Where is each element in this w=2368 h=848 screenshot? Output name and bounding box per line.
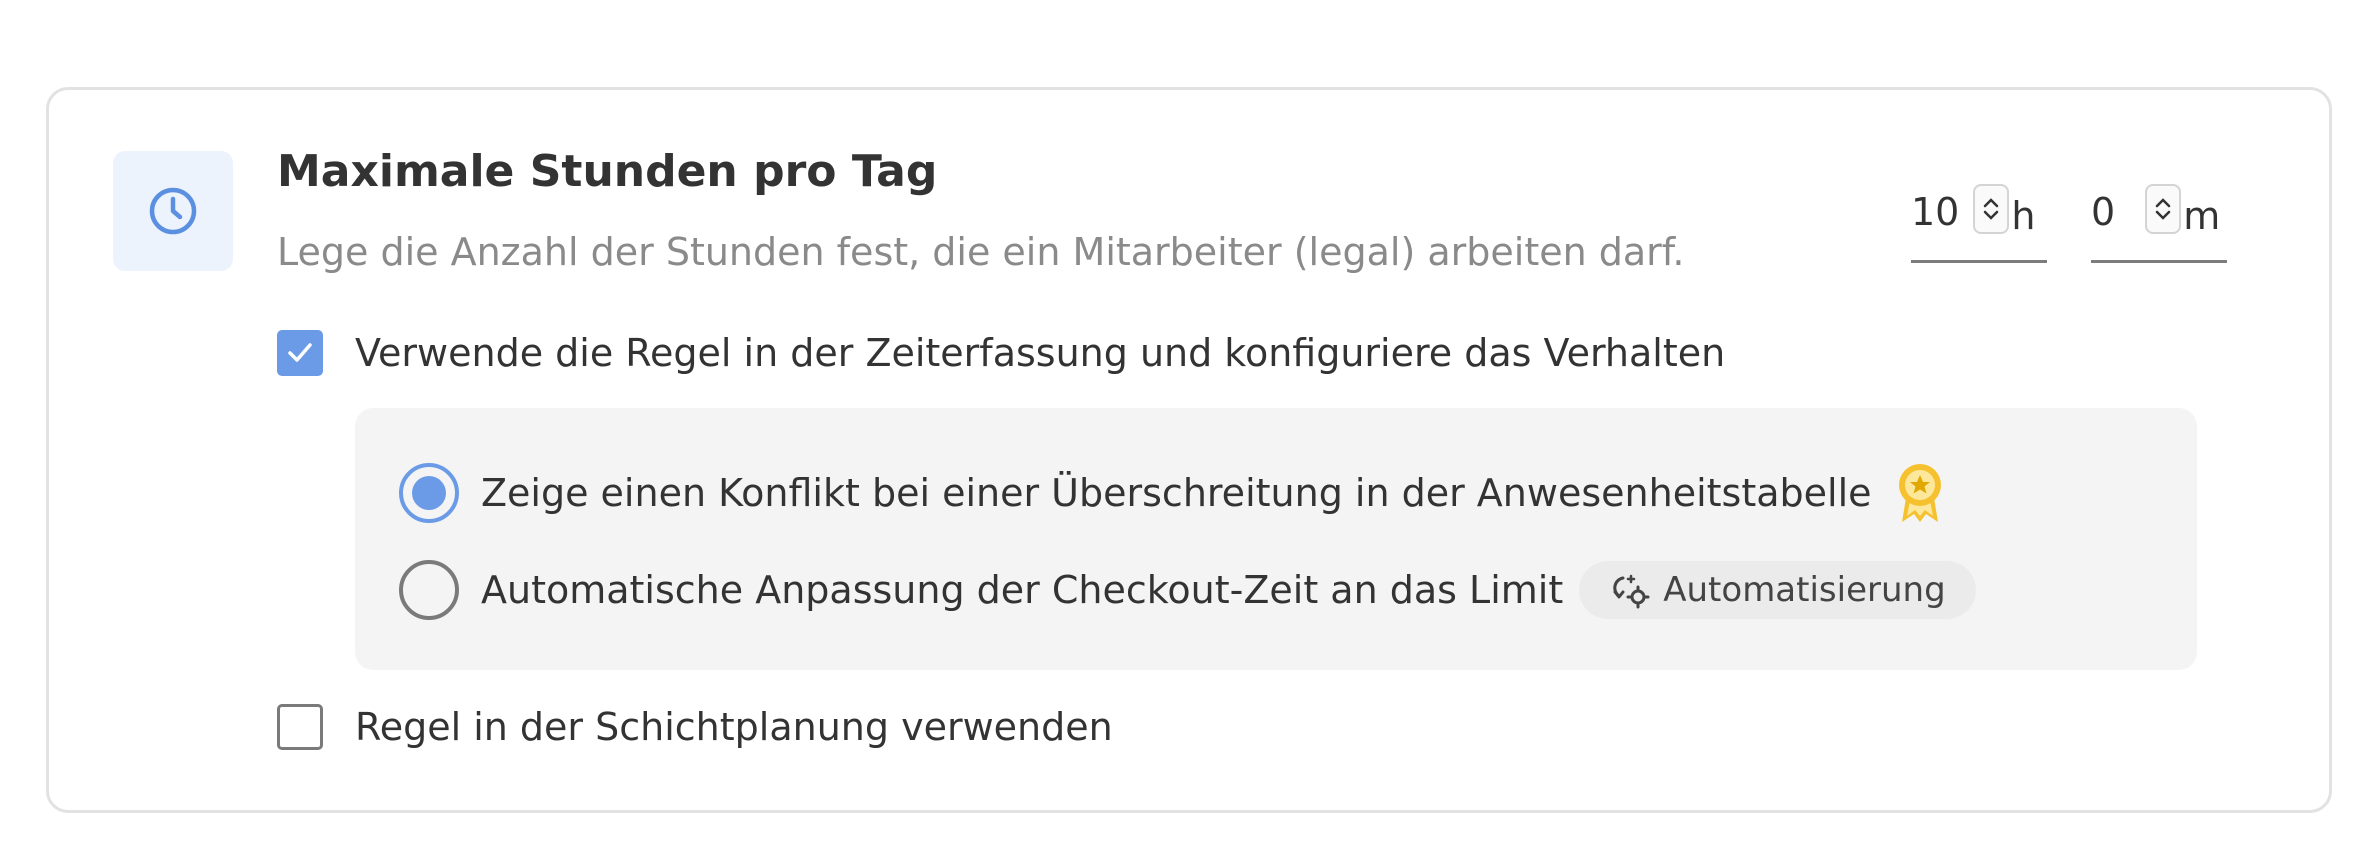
checkmark-icon: [288, 343, 312, 362]
hours-input[interactable]: 10 h: [1911, 182, 2047, 263]
conflict-option-label: Zeige einen Konflikt bei einer Überschre…: [481, 471, 1872, 515]
auto-adjust-option[interactable]: Automatische Anpassung der Checkout-Zeit…: [399, 560, 1976, 620]
rule-icon-box: [113, 151, 233, 271]
premium-badge-icon: [1898, 464, 1941, 522]
automation-badge-label: Automatisierung: [1663, 570, 1946, 610]
conflict-radio[interactable]: [399, 463, 459, 523]
minutes-stepper[interactable]: [2145, 184, 2182, 234]
hours-value: 10: [1911, 190, 1960, 234]
minutes-unit: m: [2183, 194, 2221, 238]
time-tracking-option[interactable]: Verwende die Regel in der Zeiterfassung …: [277, 330, 1725, 376]
conflict-option[interactable]: Zeige einen Konflikt bei einer Überschre…: [399, 460, 1948, 526]
automation-icon: [1613, 574, 1650, 609]
hours-unit: h: [2011, 194, 2036, 238]
chevron-up-icon[interactable]: [1982, 197, 2000, 209]
shift-planning-checkbox[interactable]: [277, 704, 323, 750]
shift-planning-option[interactable]: Regel in der Schichtplanung verwenden: [277, 704, 1113, 750]
chevron-down-icon[interactable]: [2154, 209, 2172, 221]
chevron-down-icon[interactable]: [1982, 209, 2000, 221]
auto-adjust-radio[interactable]: [399, 560, 459, 620]
clock-icon: [149, 187, 197, 235]
time-tracking-options-panel: Zeige einen Konflikt bei einer Überschre…: [355, 408, 2197, 670]
automation-badge: Automatisierung: [1579, 561, 1976, 619]
rule-title: Maximale Stunden pro Tag: [277, 146, 938, 197]
hours-stepper[interactable]: [1973, 184, 2010, 234]
minutes-input[interactable]: 0 m: [2091, 182, 2227, 263]
minutes-value: 0: [2091, 190, 2116, 234]
rule-card: Maximale Stunden pro Tag Lege die Anzahl…: [46, 87, 2332, 813]
rule-description: Lege die Anzahl der Stunden fest, die ei…: [277, 230, 1685, 274]
auto-adjust-option-label: Automatische Anpassung der Checkout-Zeit…: [481, 568, 1564, 612]
time-tracking-checkbox[interactable]: [277, 330, 323, 376]
chevron-up-icon[interactable]: [2154, 197, 2172, 209]
time-tracking-label: Verwende die Regel in der Zeiterfassung …: [355, 331, 1726, 375]
shift-planning-label: Regel in der Schichtplanung verwenden: [355, 705, 1113, 749]
